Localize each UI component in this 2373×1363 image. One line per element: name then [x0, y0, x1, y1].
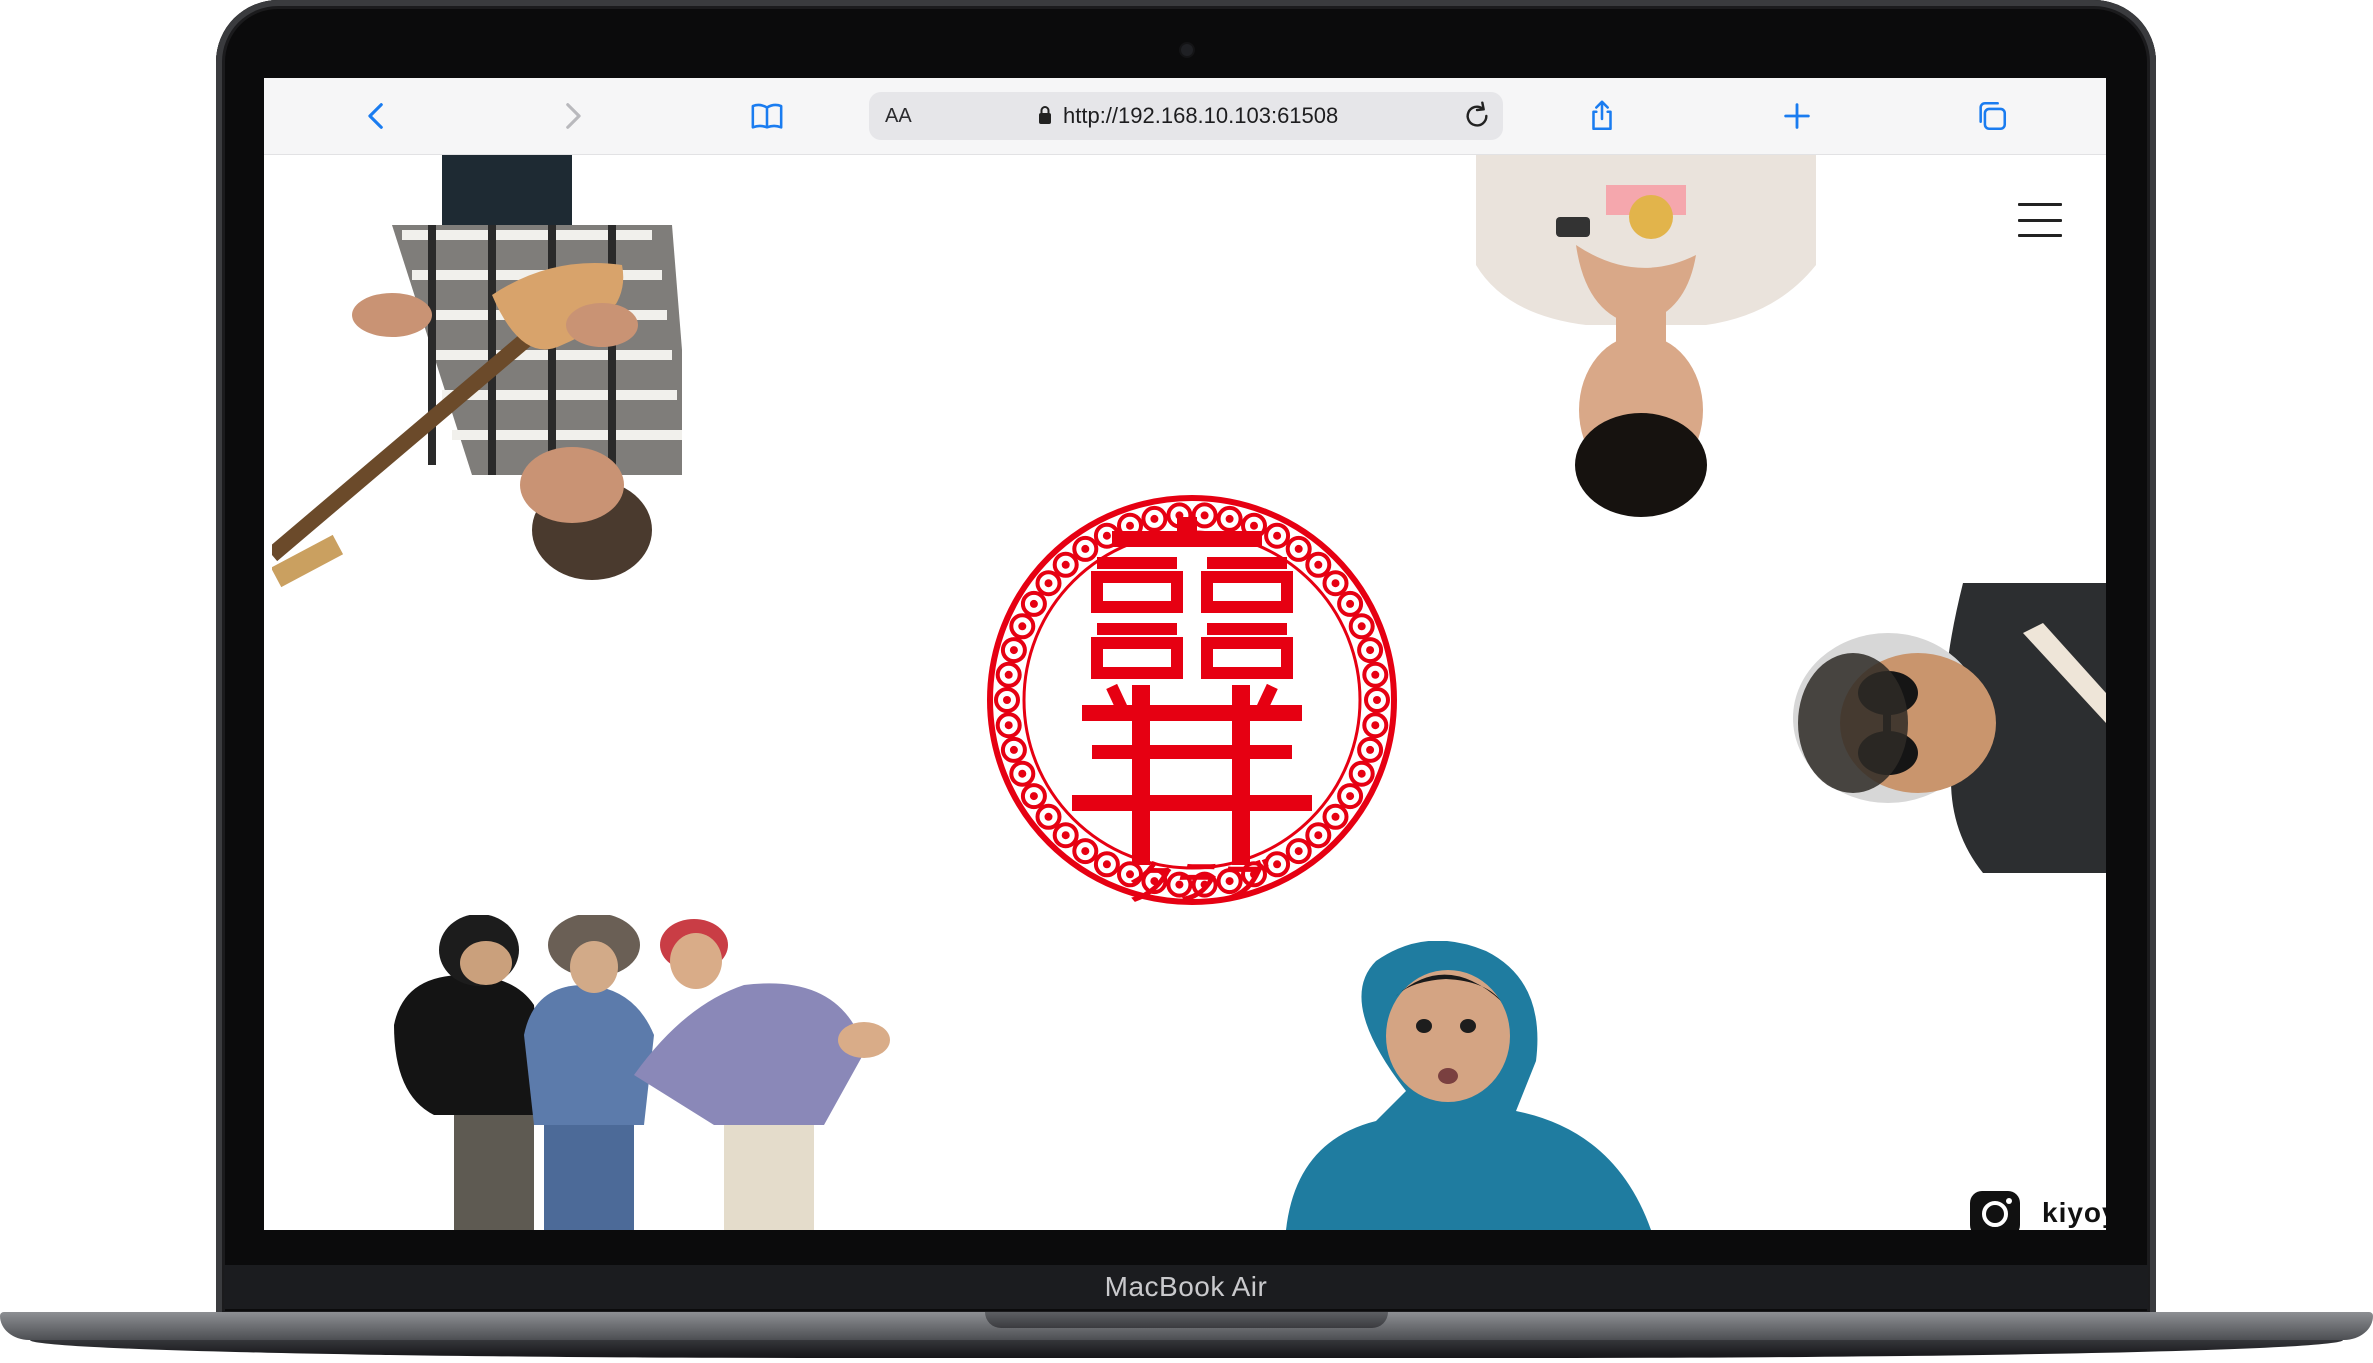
text-size-button[interactable]: AA	[885, 105, 912, 128]
club-logo: クラブ	[987, 495, 1397, 909]
model-label: MacBook Air	[1104, 1271, 1268, 1302]
bookmarks-icon[interactable]	[747, 96, 787, 136]
photo-person-blue-hoodie	[1286, 941, 1651, 1230]
browser-toolbar: AA http://192.168.10.103:61508	[264, 78, 2106, 155]
forward-icon[interactable]	[552, 96, 592, 136]
laptop-notch	[985, 1312, 1388, 1328]
lock-icon	[1039, 106, 1051, 124]
web-page: クラブ kiyo	[264, 155, 2106, 1230]
club-logo-text: クラブ	[1123, 857, 1269, 909]
photo-person-upside-down	[1476, 155, 1816, 517]
url-text: http://192.168.10.103:61508	[1063, 103, 1339, 128]
laptop-chin: MacBook Air	[224, 1265, 2148, 1309]
reload-icon[interactable]	[1461, 100, 1493, 132]
tabs-icon[interactable]	[1972, 96, 2012, 136]
new-tab-icon[interactable]	[1777, 96, 1817, 136]
share-icon[interactable]	[1582, 96, 1622, 136]
instagram-icon[interactable]	[1968, 1189, 2022, 1230]
address-bar[interactable]: AA http://192.168.10.103:61508	[869, 92, 1503, 140]
hamburger-menu-icon[interactable]	[2018, 203, 2062, 237]
photo-group-of-three	[394, 915, 890, 1230]
photo-guitarist-upside-down	[272, 155, 682, 588]
camera	[1181, 44, 1193, 56]
laptop-base-bottom	[30, 1340, 2343, 1358]
photo-person-helmet-sideways	[1793, 583, 2106, 873]
back-icon[interactable]	[357, 96, 397, 136]
instagram-handle[interactable]: kiyoy	[2042, 1197, 2106, 1229]
browser-screen: AA http://192.168.10.103:61508 クラブ kiyo	[264, 78, 2106, 1230]
